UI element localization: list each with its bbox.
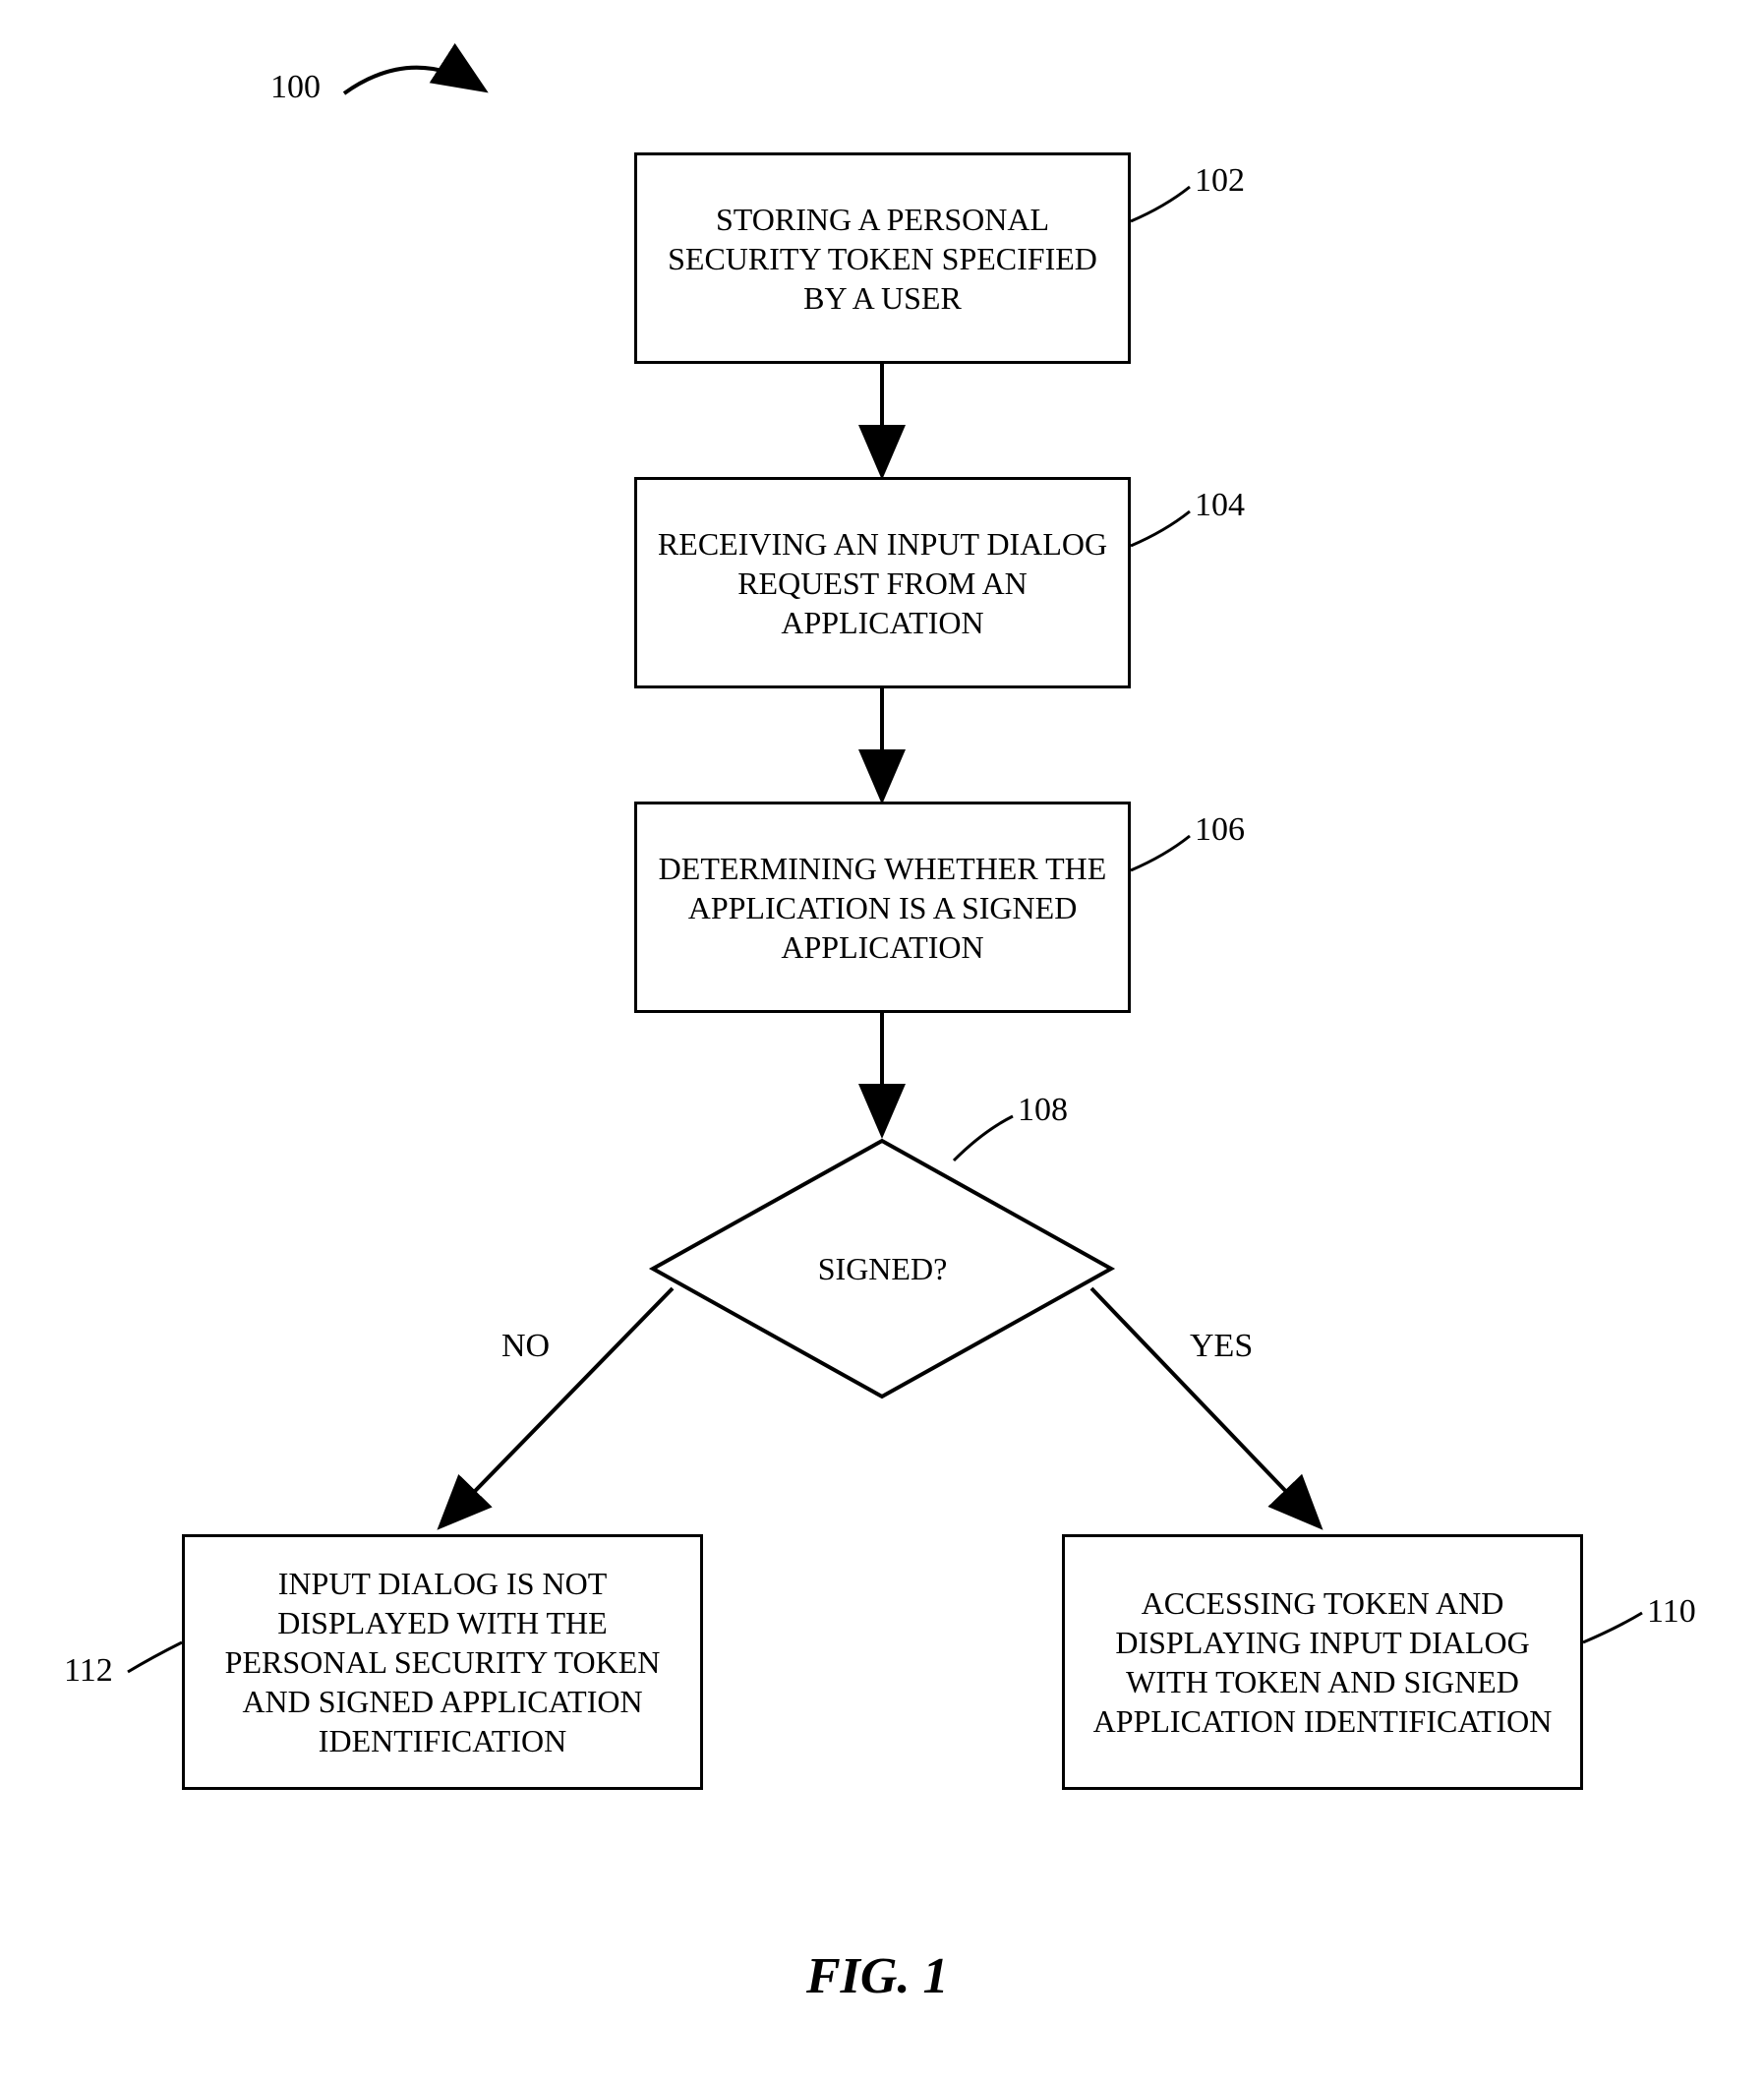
- step-determine-signed: DETERMINING WHETHER THE APPLICATION IS A…: [634, 802, 1131, 1013]
- step-text: INPUT DIALOG IS NOT DISPLAYED WITH THE P…: [203, 1564, 682, 1760]
- ref-108: 108: [1018, 1092, 1068, 1129]
- step-text: DETERMINING WHETHER THE APPLICATION IS A…: [655, 849, 1110, 967]
- step-not-displayed: INPUT DIALOG IS NOT DISPLAYED WITH THE P…: [182, 1534, 703, 1790]
- ref-112: 112: [64, 1652, 113, 1690]
- ref-102: 102: [1195, 162, 1245, 200]
- edge-yes-label: YES: [1190, 1328, 1253, 1365]
- flowchart-canvas: 100 STORIN: [0, 0, 1764, 2083]
- step-text: STORING A PERSONAL SECURITY TOKEN SPECIF…: [655, 200, 1110, 318]
- ref-106: 106: [1195, 811, 1245, 849]
- figure-title: FIG. 1: [806, 1947, 948, 2005]
- step-receive-request: RECEIVING AN INPUT DIALOG REQUEST FROM A…: [634, 477, 1131, 688]
- figure-ref: 100: [270, 69, 321, 106]
- ref-104: 104: [1195, 487, 1245, 524]
- ref-110: 110: [1647, 1593, 1696, 1631]
- step-text: ACCESSING TOKEN AND DISPLAYING INPUT DIA…: [1083, 1583, 1562, 1741]
- edge-no-label: NO: [501, 1328, 550, 1365]
- step-text: RECEIVING AN INPUT DIALOG REQUEST FROM A…: [655, 524, 1110, 642]
- step-store-token: STORING A PERSONAL SECURITY TOKEN SPECIF…: [634, 152, 1131, 364]
- decision-signed: SIGNED?: [816, 1251, 949, 1287]
- step-display-with-token: ACCESSING TOKEN AND DISPLAYING INPUT DIA…: [1062, 1534, 1583, 1790]
